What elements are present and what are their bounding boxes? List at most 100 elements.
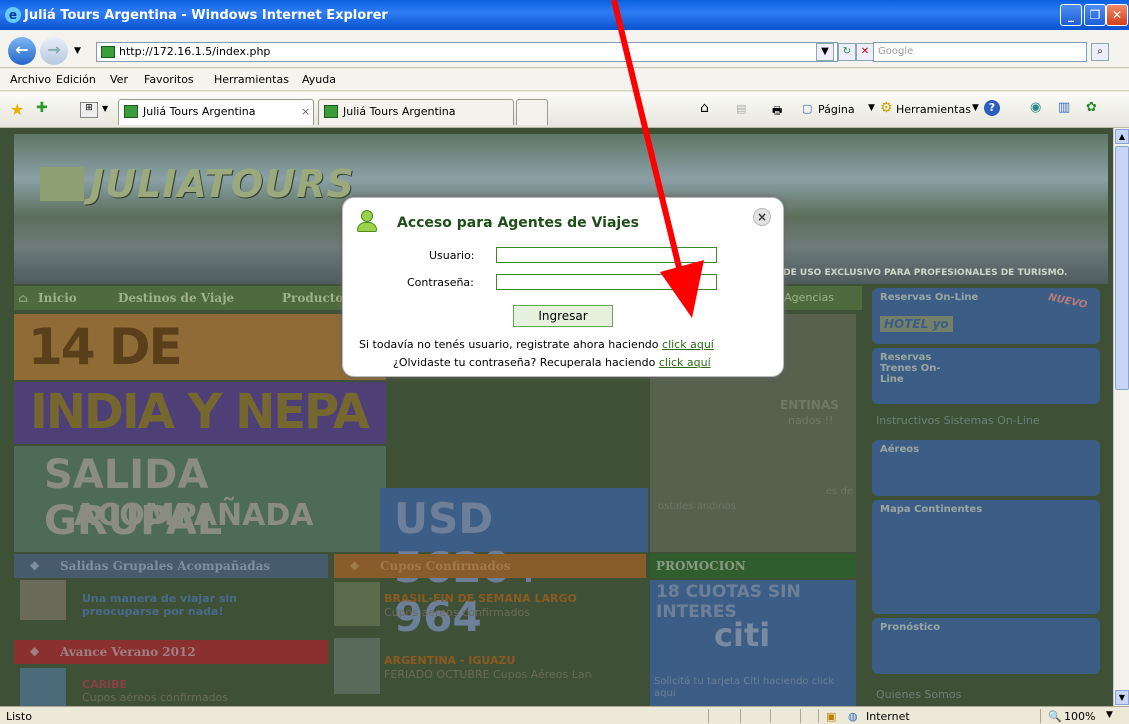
section-icon: ◆ bbox=[350, 558, 360, 572]
register-link[interactable]: click aquí bbox=[662, 338, 714, 351]
grupales-text[interactable]: Una manera de viajar sin preocuparse por… bbox=[82, 592, 282, 618]
section-avance-verano[interactable]: ◆ Avance Verano 2012 bbox=[14, 640, 328, 664]
tools-gear-icon: ⚙ bbox=[880, 100, 893, 116]
page-menu-icon[interactable]: ▢ bbox=[802, 102, 812, 115]
forward-button[interactable]: → bbox=[40, 37, 68, 65]
zoom-dropdown-icon[interactable]: ▼ bbox=[1106, 710, 1113, 720]
search-input[interactable]: Google bbox=[873, 42, 1087, 62]
promo-banner-destination[interactable]: INDIA Y NEPA bbox=[14, 382, 386, 444]
zoom-level[interactable]: 100% bbox=[1064, 710, 1095, 723]
tools-menu[interactable]: Herramientas bbox=[896, 103, 971, 116]
zoom-icon: 🔍 bbox=[1048, 710, 1062, 723]
tools-dropdown-icon: ▼ bbox=[972, 103, 979, 113]
tab-close-icon[interactable]: × bbox=[301, 105, 310, 118]
messenger-icon[interactable]: ▥ bbox=[1058, 100, 1070, 115]
menu-ayuda[interactable]: Ayuda bbox=[302, 73, 336, 86]
arrow-head bbox=[660, 260, 704, 318]
security-icon: ▣ bbox=[826, 710, 837, 723]
right-sidebar: Reservas On-Line NUEVO HOTEL yo Reservas… bbox=[868, 288, 1106, 706]
arrow-shaft bbox=[611, 0, 687, 289]
menu-herramientas[interactable]: Herramientas bbox=[214, 73, 289, 86]
ingresar-button[interactable]: Ingresar bbox=[513, 305, 613, 327]
maximize-button[interactable]: ❐ bbox=[1084, 4, 1106, 26]
stop-icon[interactable]: ✕ bbox=[856, 43, 874, 61]
menu-ver[interactable]: Ver bbox=[110, 73, 128, 86]
menu-bar: Archivo Edición Ver Favoritos Herramient… bbox=[0, 69, 1129, 91]
red-arrow-annotation bbox=[611, 0, 704, 318]
url-text: http://172.16.1.5/index.php bbox=[119, 45, 271, 58]
nav-inicio[interactable]: Inicio bbox=[38, 291, 77, 305]
extra-icon[interactable]: ✿ bbox=[1086, 100, 1097, 115]
help-icon[interactable]: ? bbox=[984, 100, 1000, 116]
status-bar: Listo ▣ ◍ Internet 🔍 100% ▼ bbox=[0, 706, 1129, 724]
favorites-star-icon[interactable]: ★ bbox=[10, 100, 24, 119]
menu-favoritos[interactable]: Favoritos bbox=[144, 73, 194, 86]
instructivos-link[interactable]: Instructivos Sistemas On-Line bbox=[876, 414, 1040, 427]
minimize-button[interactable]: _ bbox=[1060, 4, 1082, 26]
history-dropdown-icon[interactable]: ▼ bbox=[74, 46, 81, 56]
quick-tabs-icon[interactable]: ⊞ bbox=[80, 102, 98, 118]
address-bar-row: ← → ▼ http://172.16.1.5/index.php ▼ ↻ ✕ … bbox=[0, 30, 1129, 68]
quienes-somos-link[interactable]: Quienes Somos bbox=[876, 688, 961, 701]
register-line: Si todavía no tenés usuario, registrate … bbox=[359, 338, 714, 351]
modal-close-button[interactable]: × bbox=[753, 208, 771, 226]
feeds-icon[interactable]: ▤ bbox=[736, 102, 746, 115]
address-dropdown-icon[interactable]: ▼ bbox=[816, 43, 834, 61]
page-icon bbox=[101, 46, 115, 58]
tab-favicon bbox=[324, 105, 338, 118]
brasil-title[interactable]: BRASIL-FIN DE SEMANA LARGO bbox=[384, 592, 577, 605]
user-icon bbox=[357, 210, 377, 232]
tab-list-icon[interactable]: ▼ bbox=[102, 104, 108, 113]
scroll-down-icon[interactable]: ▼ bbox=[1115, 690, 1129, 705]
scroll-thumb[interactable] bbox=[1115, 146, 1129, 390]
forgot-line: ¿Olvidaste tu contraseña? Recuperala hac… bbox=[393, 356, 711, 369]
scroll-up-icon[interactable]: ▲ bbox=[1115, 129, 1129, 144]
usuario-label: Usuario: bbox=[429, 249, 475, 262]
brasil-text: Cupos aereos confirmados bbox=[384, 606, 531, 619]
tab-active[interactable]: Juliá Tours Argentina × bbox=[118, 99, 314, 125]
promo-banner-date[interactable]: 14 DE NOVIEM bbox=[14, 314, 386, 434]
promo-price[interactable]: USD 5620+ 964 bbox=[380, 488, 648, 641]
aereos-box[interactable]: Aéreos bbox=[872, 440, 1100, 496]
reservas-online-box[interactable]: Reservas On-Line NUEVO HOTEL yo bbox=[872, 288, 1100, 344]
print-icon[interactable]: 🖶 bbox=[772, 102, 782, 121]
section-salidas-grupales[interactable]: ◆ Salidas Grupales Acompañadas bbox=[14, 554, 328, 578]
caribe-thumbnail bbox=[20, 668, 66, 706]
nav-destinos[interactable]: Destinos de Viaje bbox=[118, 291, 234, 305]
tab-second[interactable]: Juliá Tours Argentina bbox=[318, 99, 514, 125]
section-promocion[interactable]: PROMOCION bbox=[650, 554, 856, 578]
eiffel-thumbnail bbox=[20, 580, 66, 620]
section-cupos[interactable]: ◆ Cupos Confirmados bbox=[334, 554, 646, 578]
pronostico-box[interactable]: Pronóstico bbox=[872, 618, 1100, 674]
julia-tours-logo[interactable]: JULIATOURS bbox=[40, 162, 355, 206]
search-icon[interactable]: ⌕ bbox=[1091, 43, 1109, 61]
vertical-scrollbar[interactable]: ▲ ▼ bbox=[1113, 128, 1129, 706]
argentina-title[interactable]: ARGENTINA - IGUAZU bbox=[384, 654, 515, 667]
caribe-title[interactable]: CARIBE bbox=[82, 678, 127, 691]
research-icon[interactable]: ◉ bbox=[1030, 100, 1041, 115]
home-nav-icon: ⌂ bbox=[18, 291, 29, 305]
window-title: Juliá Tours Argentina - Windows Internet… bbox=[24, 8, 388, 23]
promo-banner-group[interactable]: SALIDA GRUPAL ACOMPAÑADA bbox=[14, 446, 386, 552]
nuevo-badge: NUEVO bbox=[1047, 292, 1089, 311]
iguazu-thumbnail bbox=[334, 638, 380, 694]
menu-edicion[interactable]: Edición bbox=[56, 73, 96, 86]
page-menu[interactable]: Página bbox=[818, 103, 855, 116]
trenes-box[interactable]: Reservas Trenes On-Line bbox=[872, 348, 1100, 404]
caribe-text: Cupos aéreos confirmados bbox=[82, 691, 229, 704]
citi-promo[interactable]: 18 CUOTAS SIN INTERES citi Solicitá tu t… bbox=[650, 580, 856, 706]
hotelyo-logo: HOTEL yo bbox=[880, 316, 953, 332]
argentina-text: FERIADO OCTUBRE Cupos Aéreos Lan bbox=[384, 668, 592, 681]
tab-favicon bbox=[124, 105, 138, 118]
status-text: Listo bbox=[6, 710, 32, 723]
mapa-box[interactable]: Mapa Continentes bbox=[872, 500, 1100, 614]
menu-archivo[interactable]: Archivo bbox=[10, 73, 51, 86]
page-dropdown-icon: ▼ bbox=[868, 103, 875, 113]
section-icon: ◆ bbox=[30, 558, 40, 572]
new-tab-button[interactable] bbox=[516, 99, 548, 125]
close-button[interactable]: ✕ bbox=[1106, 4, 1128, 26]
refresh-icon[interactable]: ↻ bbox=[838, 43, 856, 61]
add-favorite-icon[interactable]: ✚ bbox=[36, 100, 48, 116]
forgot-link[interactable]: click aquí bbox=[659, 356, 711, 369]
back-button[interactable]: ← bbox=[8, 37, 36, 65]
